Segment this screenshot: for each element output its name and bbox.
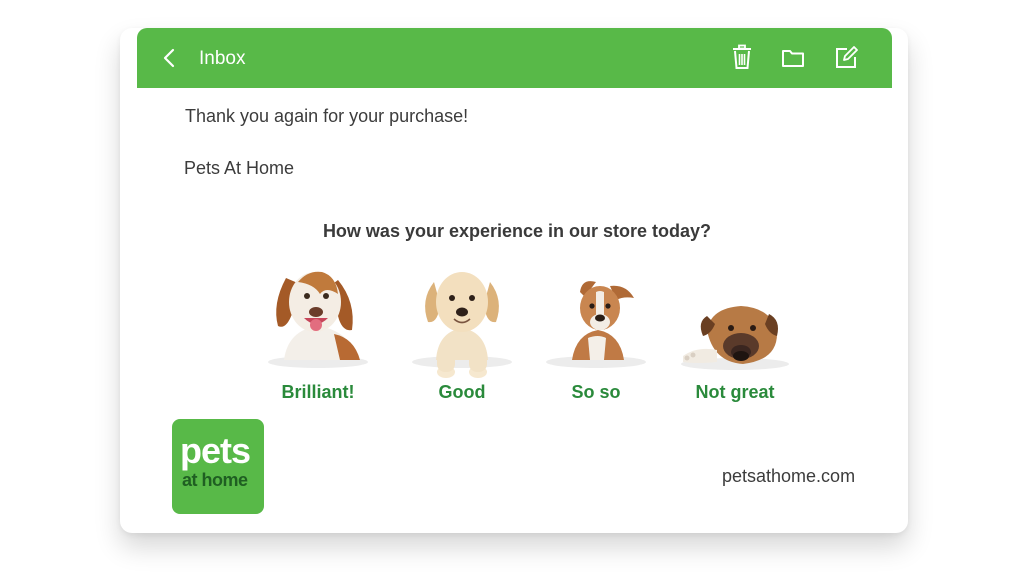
puppy-image: [412, 272, 512, 378]
folder-icon[interactable]: [781, 44, 805, 70]
website-link[interactable]: petsathome.com: [722, 466, 855, 487]
rating-label: So so: [571, 382, 621, 402]
sad-dog-image: [681, 306, 789, 370]
rating-option-good[interactable]: Good: [406, 264, 518, 414]
rating-option-not-great[interactable]: Not great: [677, 264, 793, 414]
rating-label: Brilliant!: [281, 382, 355, 402]
logo-text-pets: pets: [180, 430, 251, 471]
email-header: Inbox: [137, 28, 892, 88]
rating-label: Good: [438, 382, 486, 402]
compose-icon[interactable]: [834, 44, 858, 70]
thank-you-message: Thank you again for your purchase!: [185, 106, 469, 126]
happy-dog-image: [268, 271, 368, 368]
rating-option-so-so[interactable]: So so: [540, 264, 652, 414]
rating-option-brilliant[interactable]: Brilliant!: [262, 264, 374, 414]
terrier-dog-image: [546, 281, 646, 368]
pets-at-home-logo[interactable]: pets at home: [172, 419, 264, 514]
survey-question: How was your experience in our store tod…: [322, 221, 712, 241]
logo-text-at-home: at home: [182, 470, 248, 490]
rating-label: Not great: [695, 382, 775, 402]
trash-icon[interactable]: [730, 44, 754, 70]
inbox-title[interactable]: Inbox: [199, 48, 245, 70]
back-icon[interactable]: [159, 47, 181, 69]
sender-signature: Pets At Home: [184, 158, 295, 178]
